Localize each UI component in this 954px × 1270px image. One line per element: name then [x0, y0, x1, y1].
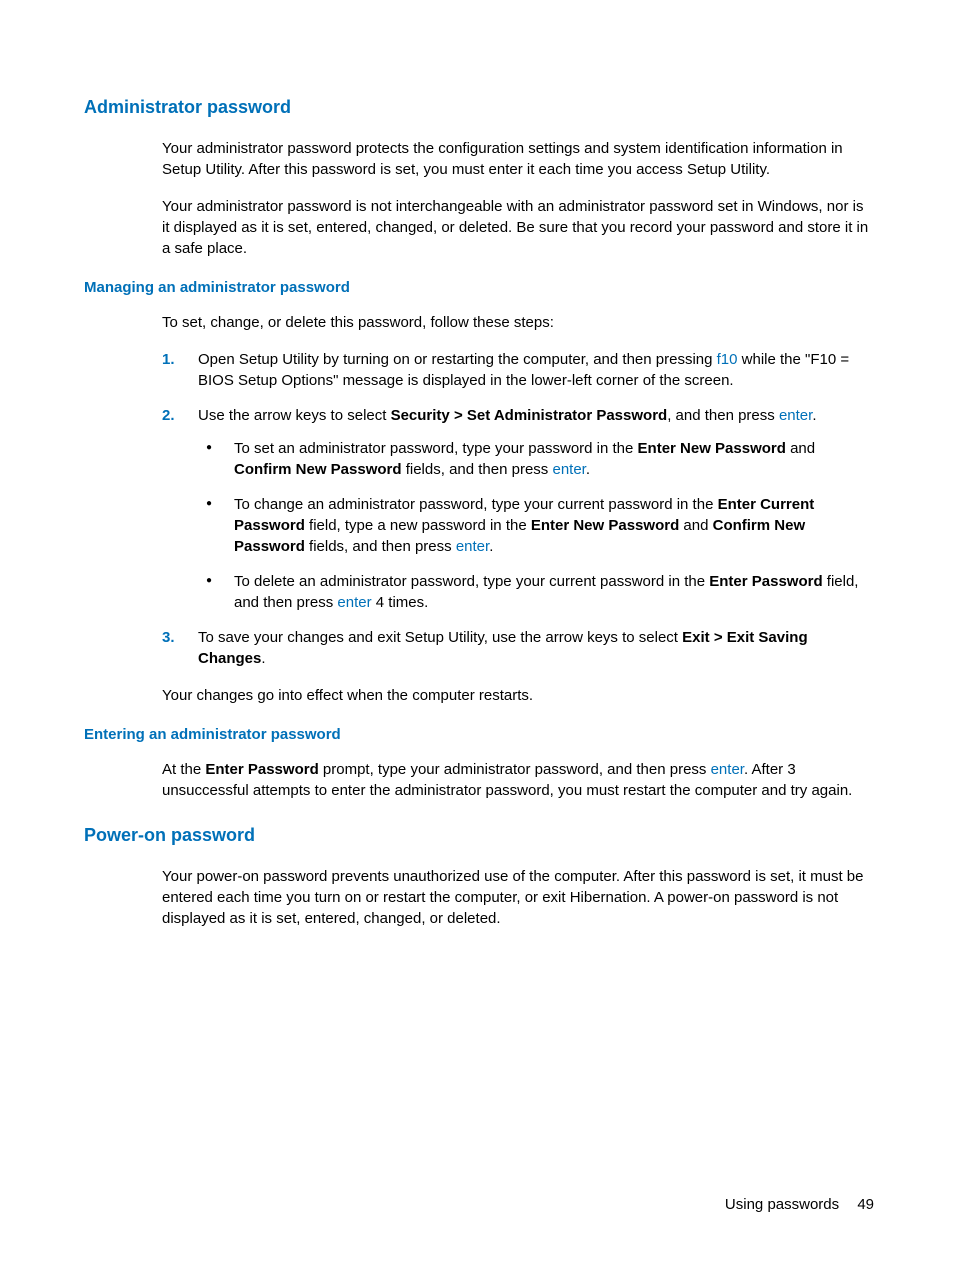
substep: To change an administrator password, typ…: [198, 494, 874, 557]
step-number: 3.: [162, 627, 175, 648]
paragraph: Your power-on password prevents unauthor…: [162, 866, 874, 929]
heading-entering-admin-password: Entering an administrator password: [84, 724, 874, 745]
page-content: Administrator password Your administrato…: [0, 0, 954, 1005]
key-enter: enter: [552, 461, 585, 478]
footer-section-title: Using passwords: [725, 1196, 839, 1213]
paragraph: At the Enter Password prompt, type your …: [162, 759, 874, 801]
heading-power-on-password: Power-on password: [84, 823, 874, 848]
step-text: Open Setup Utility by turning on or rest…: [198, 351, 849, 389]
key-enter: enter: [779, 407, 812, 424]
page-footer: Using passwords 49: [725, 1194, 874, 1215]
heading-managing-admin-password: Managing an administrator password: [84, 277, 874, 298]
paragraph: Your changes go into effect when the com…: [162, 685, 874, 706]
step-text: To save your changes and exit Setup Util…: [198, 629, 808, 667]
substep: To delete an administrator password, typ…: [198, 571, 874, 613]
steps-list: 1. Open Setup Utility by turning on or r…: [162, 349, 874, 669]
page-number: 49: [857, 1196, 874, 1213]
key-enter: enter: [337, 594, 371, 611]
step-1: 1. Open Setup Utility by turning on or r…: [162, 349, 874, 391]
paragraph: Your administrator password protects the…: [162, 138, 874, 180]
key-enter: enter: [456, 538, 489, 555]
paragraph: To set, change, or delete this password,…: [162, 312, 874, 333]
key-enter: enter: [711, 761, 744, 778]
key-f10: f10: [717, 351, 738, 368]
paragraph: Your administrator password is not inter…: [162, 196, 874, 259]
step-3: 3. To save your changes and exit Setup U…: [162, 627, 874, 669]
substep: To set an administrator password, type y…: [198, 438, 874, 480]
step-number: 2.: [162, 405, 175, 426]
step-2: 2. Use the arrow keys to select Security…: [162, 405, 874, 613]
heading-administrator-password: Administrator password: [84, 95, 874, 120]
step-number: 1.: [162, 349, 175, 370]
substeps-list: To set an administrator password, type y…: [198, 438, 874, 613]
step-text: Use the arrow keys to select Security > …: [198, 407, 817, 424]
